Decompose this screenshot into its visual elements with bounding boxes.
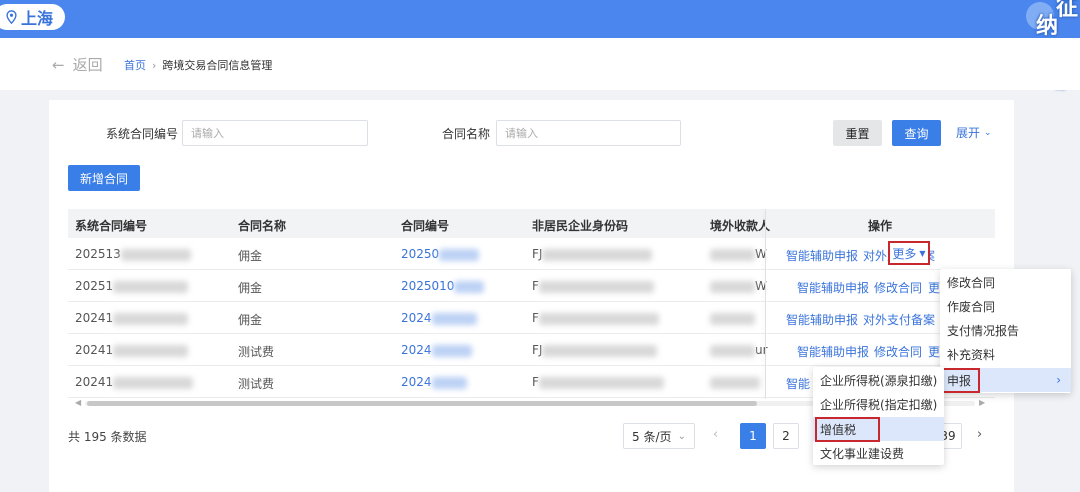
col-contract-no: 合同编号 xyxy=(401,219,450,233)
menu-void-contract[interactable]: 作废合同 xyxy=(940,294,1071,318)
cell-contract-no[interactable]: 2024 xyxy=(401,343,472,357)
cell-id-code: FJ xyxy=(532,343,658,357)
table-row: 20241 佣金 2024 F 智能辅助申报 对外支付备案 更 xyxy=(68,302,995,334)
total-count: 共 195 条数据 xyxy=(68,430,147,444)
cell-sys-no: 20251 xyxy=(75,279,189,293)
chevron-right-icon: › xyxy=(1056,373,1061,387)
vat-highlight xyxy=(815,417,880,442)
col-sys-no: 系统合同编号 xyxy=(75,219,148,233)
smart-declare-link[interactable]: 智能 xyxy=(786,375,810,392)
reset-button[interactable]: 重置 xyxy=(833,120,882,146)
contract-name-label: 合同名称 xyxy=(442,127,491,141)
page-size-value: 5 条/页 xyxy=(632,429,672,444)
more-link[interactable]: 更 xyxy=(928,343,940,360)
cell-sys-no: 20241 xyxy=(75,311,189,325)
prev-page-icon[interactable]: ‹ xyxy=(713,427,718,442)
chevron-down-icon: ⌄ xyxy=(984,127,992,138)
cell-sys-no: 20241 xyxy=(75,343,189,357)
expand-label: 展开 xyxy=(956,126,981,140)
cell-id-code: F xyxy=(532,279,654,293)
next-page-icon[interactable]: › xyxy=(977,427,982,442)
cell-contract-no[interactable]: 20250 xyxy=(401,247,480,261)
city-selector[interactable]: 上海 xyxy=(0,4,66,30)
page-size-select[interactable]: 5 条/页 ⌄ xyxy=(623,423,695,449)
breadcrumb-separator: › xyxy=(152,58,157,72)
contract-sys-no-input[interactable]: 请输入 xyxy=(182,120,368,146)
cell-payee: W xyxy=(710,247,767,261)
col-id-code: 非居民企业身份码 xyxy=(532,219,629,233)
smart-declare-link[interactable]: 智能辅助申报 xyxy=(786,311,858,328)
smart-declare-link[interactable]: 智能辅助申报 xyxy=(786,247,858,264)
cell-id-code: F xyxy=(532,311,659,325)
submenu-cit-source[interactable]: 企业所得税(源泉扣缴) xyxy=(813,368,944,392)
more-dropdown-button[interactable]: 更多 ▼ xyxy=(888,241,930,265)
cell-sys-no: 20241 xyxy=(75,375,194,389)
cell-name: 佣金 xyxy=(238,249,263,263)
table-header: 系统合同编号 合同名称 合同编号 非居民企业身份码 境外收款人 操作 xyxy=(68,209,995,238)
table-row: 202513 佣金 20250 FJ W 智能辅助申报 对外支付备案 xyxy=(68,238,995,270)
back-label: 返回 xyxy=(72,56,103,74)
breadcrumb-home[interactable]: 首页 xyxy=(124,57,146,73)
cell-id-code: FJ xyxy=(532,247,653,261)
smart-declare-link[interactable]: 智能辅助申报 xyxy=(797,279,869,296)
fixed-column-divider xyxy=(765,209,766,399)
menu-payment-report[interactable]: 支付情况报告 xyxy=(940,318,1071,342)
declare-highlight xyxy=(941,368,980,393)
cell-payee xyxy=(710,311,755,325)
cell-payee: W xyxy=(710,279,767,293)
breadcrumb-current: 跨境交易合同信息管理 xyxy=(162,59,273,72)
submenu-culture-fee[interactable]: 文化事业建设费 xyxy=(813,441,944,465)
cell-payee: ur xyxy=(710,343,768,357)
table-row: 20251 佣金 2025010 F W 智能辅助申报 修改合同 更 xyxy=(68,270,995,302)
breadcrumb-bar: ← 返回 首页 › 跨境交易合同信息管理 xyxy=(0,38,1080,90)
add-contract-button[interactable]: 新增合同 xyxy=(68,165,140,191)
more-link[interactable]: 更 xyxy=(928,279,940,296)
cell-name: 佣金 xyxy=(238,281,263,295)
brand-char-2: 纳 xyxy=(1036,14,1059,39)
menu-edit-contract[interactable]: 修改合同 xyxy=(940,270,1071,294)
col-ops: 操作 xyxy=(868,219,893,233)
cell-id-code: F xyxy=(532,375,664,389)
more-label: 更多 xyxy=(892,246,917,261)
arrow-left-icon: ← xyxy=(52,55,65,74)
cell-name: 佣金 xyxy=(238,313,263,327)
scroll-right-icon[interactable]: ▶ xyxy=(979,398,985,407)
city-name: 上海 xyxy=(21,9,54,28)
contract-sys-no-label: 系统合同编号 xyxy=(106,127,179,141)
top-bar: 上海 征 纳 互 动 xyxy=(0,0,1080,93)
breadcrumb: 首页 › 跨境交易合同信息管理 xyxy=(124,57,272,73)
smart-declare-link[interactable]: 智能辅助申报 xyxy=(797,343,869,360)
table-row: 20241 测试费 2024 FJ ur 智能辅助申报 修改合同 更 xyxy=(68,334,995,366)
cell-name: 测试费 xyxy=(238,377,275,391)
cell-contract-no[interactable]: 2024 xyxy=(401,311,477,325)
query-button[interactable]: 查询 xyxy=(892,120,941,146)
submenu-cit-designated[interactable]: 企业所得税(指定扣缴) xyxy=(813,392,944,416)
expand-button[interactable]: 展开 ⌄ xyxy=(956,124,992,141)
declare-submenu: 企业所得税(源泉扣缴) 企业所得税(指定扣缴) 增值税 文化事业建设费 xyxy=(813,367,944,465)
brand-char-1: 征 xyxy=(1056,0,1079,21)
chevron-down-icon: ⌄ xyxy=(677,430,686,442)
cell-contract-no[interactable]: 2024 xyxy=(401,375,467,389)
cell-contract-no[interactable]: 2025010 xyxy=(401,279,485,293)
payment-filing-link[interactable]: 对外支付备案 xyxy=(863,311,935,328)
cell-name: 测试费 xyxy=(238,345,275,359)
scroll-thumb[interactable] xyxy=(87,401,757,406)
col-name: 合同名称 xyxy=(238,219,287,233)
page-2-button[interactable]: 2 xyxy=(773,423,799,449)
caret-down-icon: ▼ xyxy=(919,248,926,258)
location-pin-icon xyxy=(6,10,17,24)
cell-sys-no: 202513 xyxy=(75,247,191,261)
menu-supplement[interactable]: 补充资料 xyxy=(940,342,1071,366)
col-payee: 境外收款人 xyxy=(710,219,771,233)
cell-payee xyxy=(710,375,760,389)
contract-name-input[interactable]: 请输入 xyxy=(496,120,681,146)
edit-contract-link[interactable]: 修改合同 xyxy=(874,279,922,296)
back-button[interactable]: ← 返回 xyxy=(52,54,103,75)
edit-contract-link[interactable]: 修改合同 xyxy=(874,343,922,360)
scroll-left-icon[interactable]: ◀ xyxy=(75,398,81,407)
page-1-button[interactable]: 1 xyxy=(740,423,766,449)
